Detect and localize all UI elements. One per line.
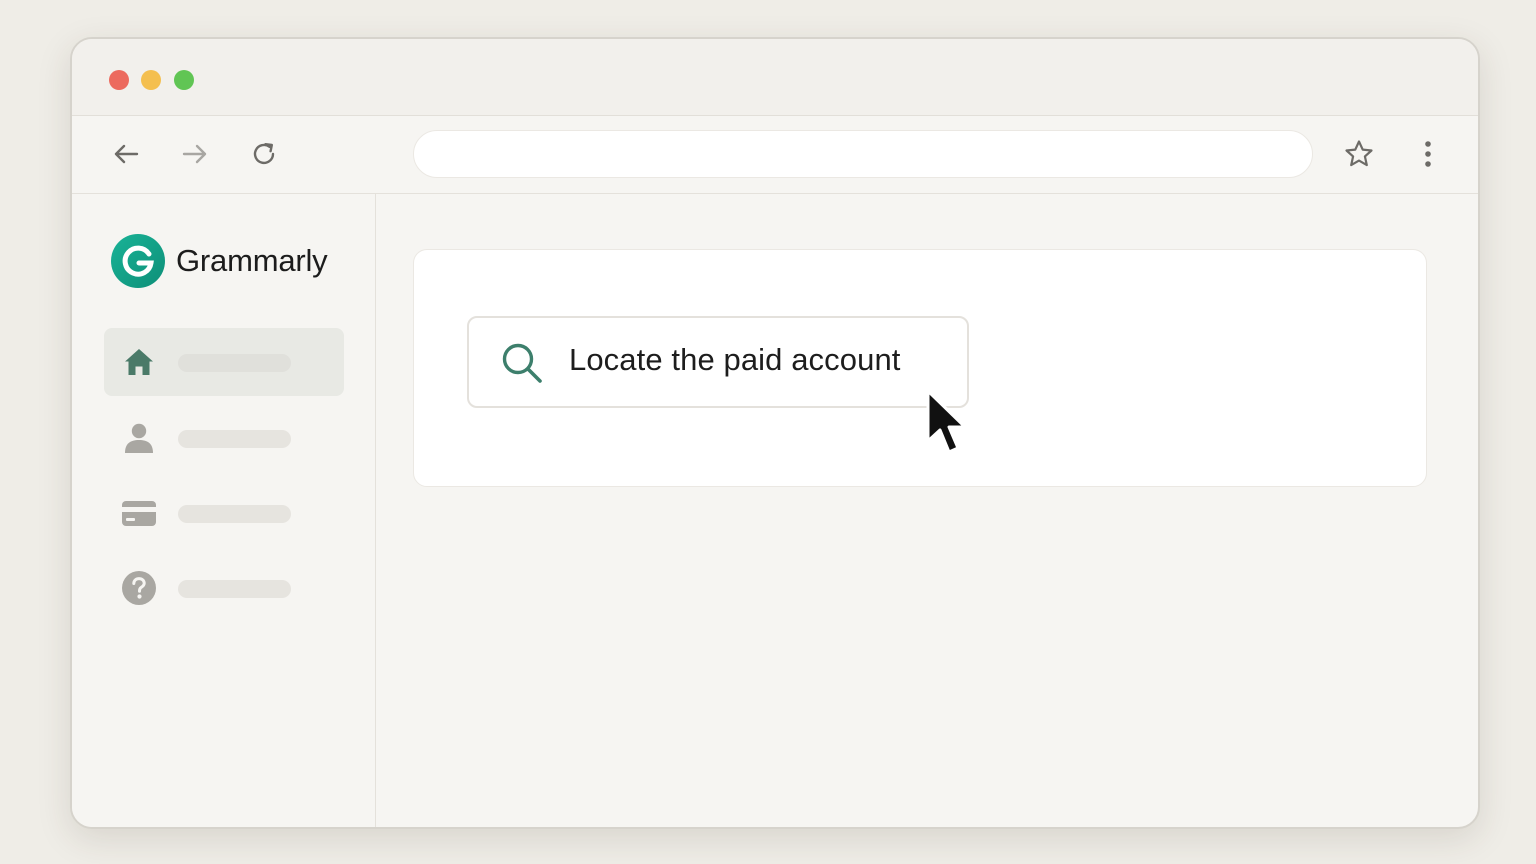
sidebar-item-home[interactable] [104, 328, 344, 396]
sidebar: Grammarly [72, 194, 376, 827]
sidebar-item-billing[interactable] [104, 479, 344, 547]
brand[interactable]: Grammarly [111, 234, 328, 288]
back-button[interactable] [108, 136, 144, 172]
maximize-window-button[interactable] [174, 70, 194, 90]
sidebar-item-help[interactable] [104, 554, 344, 622]
brand-name: Grammarly [176, 243, 328, 278]
browser-toolbar [72, 116, 1478, 194]
sidebar-item-label-placeholder [178, 580, 291, 598]
user-icon [121, 420, 157, 456]
reload-icon [253, 143, 275, 165]
sidebar-item-label-placeholder [178, 354, 291, 372]
search-icon [502, 343, 542, 383]
forward-button[interactable] [177, 136, 213, 172]
bookmark-button[interactable] [1341, 136, 1377, 172]
grammarly-logo-icon [111, 234, 165, 288]
kebab-menu-icon [1425, 141, 1431, 167]
main-content-card: Locate the paid account [413, 249, 1427, 487]
close-window-button[interactable] [109, 70, 129, 90]
search-query-text: Locate the paid account [569, 342, 901, 377]
minimize-window-button[interactable] [141, 70, 161, 90]
browser-menu-button[interactable] [1410, 136, 1446, 172]
sidebar-item-account[interactable] [104, 404, 344, 472]
sidebar-item-label-placeholder [178, 505, 291, 523]
title-bar [72, 39, 1478, 116]
home-icon [121, 344, 157, 380]
reload-button[interactable] [246, 136, 282, 172]
address-bar[interactable] [413, 130, 1313, 178]
star-icon [1345, 140, 1373, 167]
browser-window: Grammarly Locate the paid account [70, 37, 1480, 829]
arrow-right-icon [182, 144, 207, 164]
help-icon [121, 570, 157, 606]
sidebar-item-label-placeholder [178, 430, 291, 448]
credit-card-icon [121, 495, 157, 531]
search-input[interactable]: Locate the paid account [467, 316, 969, 408]
arrow-left-icon [114, 144, 139, 164]
